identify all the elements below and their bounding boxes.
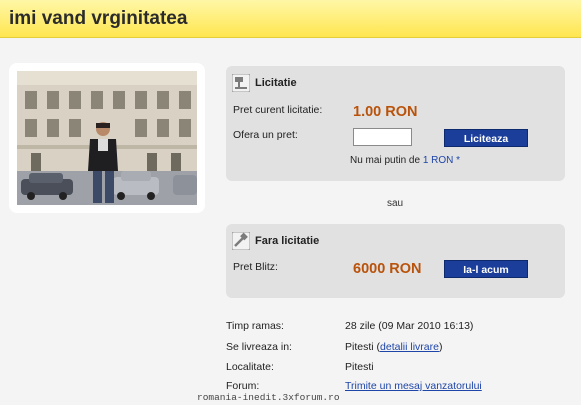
time-left-label: Timp ramas: xyxy=(226,320,284,332)
offer-label: Ofera un pret: xyxy=(233,129,298,141)
current-price: 1.00 RON xyxy=(353,104,418,120)
min-bid-note: Nu mai putin de 1 RON * xyxy=(350,155,460,166)
auction-panel: Licitatie Pret curent licitatie: 1.00 RO… xyxy=(226,66,565,181)
buy-now-button[interactable]: Ia-l acum xyxy=(444,260,528,278)
listing-title: imi vand vrginitatea xyxy=(9,8,188,29)
location-label: Localitate: xyxy=(226,361,274,373)
product-photo[interactable] xyxy=(17,71,197,205)
gavel-icon xyxy=(231,73,251,93)
forum-label: Forum: xyxy=(226,380,260,392)
photo-frame xyxy=(9,63,205,213)
current-price-label: Pret curent licitatie: xyxy=(233,104,323,116)
product-photo-image xyxy=(17,71,197,205)
or-separator: sau xyxy=(387,198,404,209)
shipping-value: Pitesti (detalii livrare) xyxy=(345,341,442,353)
time-left-value: 28 zile (09 Mar 2010 16:13) xyxy=(345,320,474,332)
bid-input[interactable] xyxy=(353,128,412,146)
min-bid-amount[interactable]: 1 RON * xyxy=(423,155,460,166)
bid-button[interactable]: Liciteaza xyxy=(444,129,528,147)
message-seller-link[interactable]: Trimite un mesaj vanzatorului xyxy=(345,380,482,392)
auction-title: Licitatie xyxy=(255,77,297,89)
shipping-city: Pitesti ( xyxy=(345,341,381,353)
buy-now-panel: Fara licitatie Pret Blitz: 6000 RON Ia-l… xyxy=(226,224,565,298)
hammer-icon xyxy=(231,231,251,251)
watermark-url: romania-inedit.3xforum.ro xyxy=(197,392,340,403)
min-bid-prefix: Nu mai putin de xyxy=(350,155,423,166)
shipping-close: ) xyxy=(438,341,443,353)
buy-now-title: Fara licitatie xyxy=(255,235,320,247)
title-bar: imi vand vrginitatea xyxy=(0,0,581,38)
blitz-price: 6000 RON xyxy=(353,261,422,277)
blitz-price-label: Pret Blitz: xyxy=(233,261,278,273)
location-value: Pitesti xyxy=(345,361,374,373)
shipping-details-link[interactable]: detalii livrare xyxy=(380,341,439,353)
shipping-label: Se livreaza in: xyxy=(226,341,292,353)
